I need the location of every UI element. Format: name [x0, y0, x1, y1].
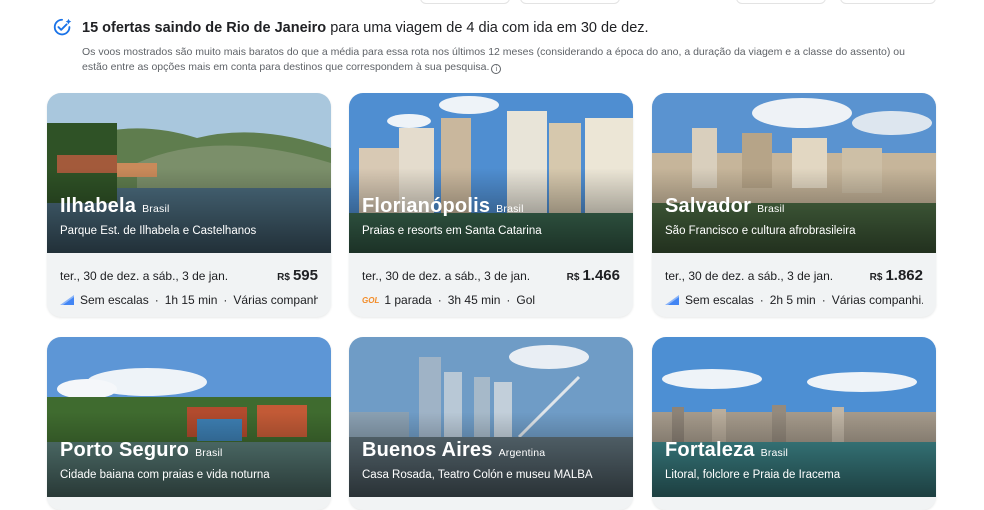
destination-card-fortaleza[interactable]: Fortaleza Brasil Litoral, folclore e Prai…	[652, 337, 936, 510]
airline: Várias companhi...	[831, 293, 923, 307]
airline: Gol	[516, 293, 536, 307]
destination-subtitle: Cidade baiana com praias e vida noturna	[60, 469, 270, 481]
destination-country: Brasil	[757, 203, 785, 215]
destination-city: Salvador Brasil	[665, 195, 785, 217]
duration: 2h 5 min	[769, 293, 816, 307]
duration: 3h 45 min	[447, 293, 501, 307]
destination-image: Porto Seguro Brasil Cidade baiana com pra…	[47, 337, 331, 497]
check-sparkle-icon	[53, 18, 72, 36]
price: R$ 595	[277, 267, 318, 284]
destination-card-buenos-aires[interactable]: Buenos Aires Argentina Casa Rosada, Teatr…	[349, 337, 633, 510]
airline: Várias companhi...	[233, 293, 318, 307]
destination-image: Fortaleza Brasil Litoral, folclore e Prai…	[652, 337, 936, 497]
destination-country: Brasil	[142, 203, 170, 215]
destination-card-ilhabela[interactable]: Ilhabela Brasil Parque Est. de Ilhabela e…	[47, 93, 331, 317]
travel-dates: ter., 30 de dez. a sáb., 3 de jan.	[665, 269, 834, 283]
offers-info: 15 ofertas saindo de Rio de Janeiro para…	[52, 17, 932, 75]
destination-city: Fortaleza Brasil	[665, 439, 789, 461]
destination-city: Florianópolis Brasil	[362, 195, 524, 217]
destination-city: Buenos Aires Argentina	[362, 439, 546, 461]
top-partial-controls	[0, 0, 984, 6]
destination-city: Porto Seguro Brasil	[60, 439, 223, 461]
destination-image: Buenos Aires Argentina Casa Rosada, Teatr…	[349, 337, 633, 497]
destination-card-salvador[interactable]: Salvador Brasil São Francisco e cultura a…	[652, 93, 936, 317]
destination-country: Brasil	[496, 203, 524, 215]
destination-card-florianopolis[interactable]: Florianópolis Brasil Praias e resorts em …	[349, 93, 633, 317]
destination-subtitle: São Francisco e cultura afrobrasileira	[665, 225, 856, 237]
destination-image: Florianópolis Brasil Praias e resorts em …	[349, 93, 633, 253]
stops: Sem escalas	[685, 293, 754, 307]
price: R$ 1.862	[869, 267, 923, 284]
destination-image: Salvador Brasil São Francisco e cultura a…	[652, 93, 936, 253]
travel-dates: ter., 30 de dez. a sáb., 3 de jan.	[60, 269, 229, 283]
destination-city: Ilhabela Brasil	[60, 195, 170, 217]
destination-subtitle: Litoral, folclore e Praia de Iracema	[665, 469, 841, 481]
destination-card-porto-seguro[interactable]: Porto Seguro Brasil Cidade baiana com pra…	[47, 337, 331, 510]
duration: 1h 15 min	[164, 293, 218, 307]
stops: 1 parada	[384, 293, 432, 307]
travel-dates: ter., 30 de dez. a sáb., 3 de jan.	[362, 269, 531, 283]
destination-subtitle: Praias e resorts em Santa Catarina	[362, 225, 542, 237]
offers-description: Os voos mostrados são muito mais baratos…	[82, 46, 905, 74]
destination-subtitle: Parque Est. de Ilhabela e Castelhanos	[60, 225, 257, 237]
price: R$ 1.466	[566, 267, 620, 284]
info-icon[interactable]: i	[491, 64, 502, 74]
destination-country: Brasil	[760, 447, 789, 459]
destination-country: Argentina	[498, 447, 546, 459]
multi-airline-icon	[60, 295, 74, 305]
destination-subtitle: Casa Rosada, Teatro Colón e museu MALBA	[362, 469, 593, 481]
destination-country: Brasil	[195, 447, 223, 459]
stops: Sem escalas	[80, 293, 149, 307]
multi-airline-icon	[665, 295, 679, 305]
offers-title: 15 ofertas saindo de Rio de Janeiro para…	[82, 20, 649, 36]
gol-logo-icon: GOL	[362, 295, 380, 305]
destination-image: Ilhabela Brasil Parque Est. de Ilhabela e…	[47, 93, 331, 253]
